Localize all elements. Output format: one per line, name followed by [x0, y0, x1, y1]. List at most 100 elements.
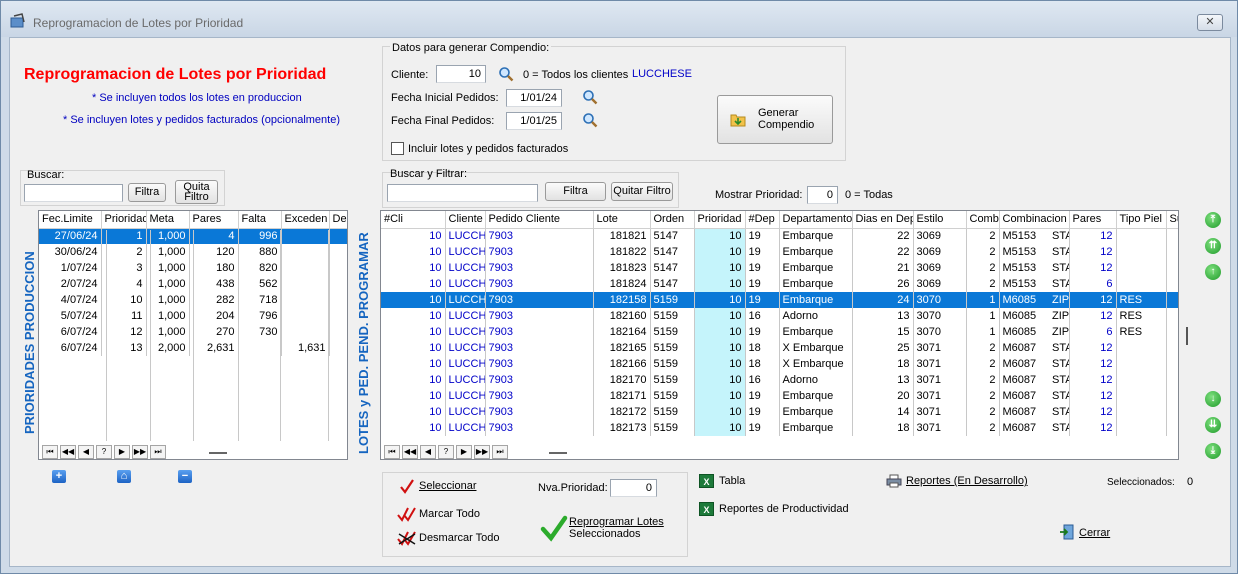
nav-button[interactable]: ⏮ [384, 445, 400, 459]
nva-prioridad-input[interactable]: 0 [610, 479, 657, 497]
vertical-scroll-thumb[interactable] [1186, 327, 1188, 345]
incluir-facturados-checkbox[interactable] [391, 142, 404, 155]
move-down-icon[interactable]: ↓ [1205, 391, 1221, 407]
fecha-inicial-search-icon[interactable] [582, 89, 598, 105]
lotes-navigator: ⏮ ◀◀ ◀? ▶ ▶▶ ⏭ [384, 445, 508, 459]
lote-row[interactable]: 10LUCCHE790318216051591016Adorno1330701M… [381, 308, 1178, 324]
cliente-search-icon[interactable] [498, 66, 514, 82]
lotes-column-header[interactable]: Departamento [779, 211, 853, 229]
nav-button[interactable]: ▶▶ [474, 445, 490, 459]
prioridades-grid[interactable]: Fec.Limite Prioridad Meta Pares Falta Exceden… [38, 210, 348, 460]
lotes-column-header[interactable]: Combinacion [999, 211, 1070, 229]
marcar-todo-button[interactable]: Marcar Todo [419, 508, 480, 520]
mostrar-prioridad-input[interactable]: 0 [807, 186, 838, 204]
lote-row[interactable]: 10LUCCHE790318182151471019Embarque223069… [381, 228, 1178, 244]
right-search-input[interactable] [387, 184, 538, 202]
left-quita-filtro-button[interactable]: Quita Filtro [175, 180, 218, 204]
lote-row[interactable]: 10LUCCHE790318217151591019Embarque203071… [381, 388, 1178, 404]
lotes-column-header[interactable]: Lote [593, 211, 651, 229]
lotes-column-header[interactable]: Pares [1069, 211, 1117, 229]
lote-row[interactable]: 10LUCCHE790318182251471019Embarque223069… [381, 244, 1178, 260]
lotes-column-header[interactable]: Dias en Dep [852, 211, 914, 229]
reprogramar-button[interactable]: Reprogramar Lotes Seleccionados [569, 516, 664, 540]
prioridades-column-header[interactable]: Exceden [281, 211, 330, 229]
left-filtra-button[interactable]: Filtra [128, 183, 166, 202]
lotes-column-header[interactable]: #Dep [745, 211, 780, 229]
note-lotes-facturados: * Se incluyen lotes y pedidos facturados… [63, 114, 340, 126]
move-page-up-icon[interactable]: ⇈ [1205, 238, 1221, 254]
fecha-final-input[interactable]: 1/01/25 [506, 112, 562, 130]
lote-row[interactable]: 10LUCCHE790318216651591018X Embarque1830… [381, 356, 1178, 372]
prioridad-cell: 11 [101, 308, 147, 324]
cliente-input[interactable]: 10 [436, 65, 486, 83]
seleccionar-button[interactable]: Seleccionar [419, 480, 476, 492]
move-page-down-icon[interactable]: ⇊ [1205, 417, 1221, 433]
lotes-column-header[interactable]: Cliente [445, 211, 486, 229]
nav-button[interactable]: ⏮ [42, 445, 58, 459]
lote-cell: 182160 [593, 308, 651, 324]
add-icon[interactable]: + [52, 470, 66, 483]
prioridades-column-header[interactable]: De [329, 211, 347, 229]
generar-compendio-button[interactable]: Generar Compendio [717, 95, 833, 144]
reprogramar-label-1: Reprogramar Lotes [569, 516, 664, 528]
nav-button[interactable]: ▶▶ [132, 445, 148, 459]
desmarcar-todo-button[interactable]: Desmarcar Todo [419, 532, 500, 544]
prioridades-column-header[interactable]: Falta [238, 211, 282, 229]
nav-button[interactable]: ? [96, 445, 112, 459]
nav-button[interactable]: ◀ [420, 445, 436, 459]
lotes-column-header[interactable]: Tipo Piel [1116, 211, 1167, 229]
lote-row[interactable]: 10LUCCHE790318182351471019Embarque213069… [381, 260, 1178, 276]
reportes-productividad-button[interactable]: Reportes de Productividad [719, 503, 849, 515]
remove-icon[interactable]: − [178, 470, 192, 483]
move-up-icon[interactable]: ↑ [1205, 264, 1221, 280]
reportes-desarrollo-button[interactable]: Reportes (En Desarrollo) [906, 475, 1028, 487]
prioridades-column-header[interactable]: Fec.Limite [39, 211, 102, 229]
right-quitar-filtro-button[interactable]: Quitar Filtro [611, 182, 673, 201]
lotes-column-header[interactable]: Pedido Cliente [485, 211, 594, 229]
tabla-button[interactable]: Tabla [719, 475, 745, 487]
nav-button[interactable]: ◀◀ [402, 445, 418, 459]
lote-row[interactable]: 10LUCCHE790318217351591019Embarque183071… [381, 420, 1178, 436]
lote-cell: 12 [1069, 404, 1117, 420]
nav-button[interactable]: ⏭ [492, 445, 508, 459]
lotes-grid[interactable]: #Cli Cliente Pedido Cliente Lote Orden Priori… [380, 210, 1179, 460]
window-close-button[interactable]: ✕ [1197, 14, 1223, 31]
lote-cell: 5159 [650, 404, 695, 420]
lote-cell: LUCCHE [445, 228, 486, 244]
cerrar-button[interactable]: Cerrar [1079, 527, 1110, 539]
fecha-inicial-input[interactable]: 1/01/24 [506, 89, 562, 107]
lote-row[interactable]: 10LUCCHE790318216551591018X Embarque2530… [381, 340, 1178, 356]
lotes-column-header[interactable]: Orden [650, 211, 695, 229]
lotes-column-header[interactable]: Estilo [913, 211, 967, 229]
move-top-icon[interactable]: ⤒ [1205, 212, 1221, 228]
nav-button[interactable]: ⏭ [150, 445, 166, 459]
lote-row[interactable]: 10LUCCHE790318217051591016Adorno1330712M… [381, 372, 1178, 388]
incluir-facturados-label: Incluir lotes y pedidos facturados [408, 143, 569, 155]
lote-cell: 19 [745, 420, 780, 436]
lote-row[interactable]: 10LUCCHE790318215851591019Embarque243070… [381, 292, 1178, 308]
lotes-column-header[interactable]: #Cli [381, 211, 446, 229]
nav-button[interactable]: ▶ [114, 445, 130, 459]
lotes-column-header[interactable]: Prioridad [694, 211, 746, 229]
edit-up-icon[interactable]: ⌂ [117, 470, 131, 483]
nav-button[interactable]: ▶ [456, 445, 472, 459]
nav-button[interactable]: ◀◀ [60, 445, 76, 459]
lote-cell: 10 [694, 308, 746, 324]
lote-cell: 7903 [485, 308, 594, 324]
lote-row[interactable]: 10LUCCHE790318217251591019Embarque143071… [381, 404, 1178, 420]
fecha-final-search-icon[interactable] [582, 112, 598, 128]
lotes-column-header[interactable]: Comb [966, 211, 1000, 229]
lote-cell: M6085 [1002, 310, 1037, 322]
nav-button[interactable]: ? [438, 445, 454, 459]
lote-row[interactable]: 10LUCCHE790318216451591019Embarque153070… [381, 324, 1178, 340]
left-search-input[interactable] [24, 184, 123, 202]
prioridades-column-header[interactable]: Prioridad [101, 211, 147, 229]
lotes-column-header[interactable]: Su [1166, 211, 1178, 229]
move-bottom-icon[interactable]: ⤓ [1205, 443, 1221, 459]
prioridades-column-header[interactable]: Meta [146, 211, 190, 229]
nav-button[interactable]: ◀ [78, 445, 94, 459]
prioridad-cell: 1,000 [146, 324, 190, 340]
prioridades-column-header[interactable]: Pares [189, 211, 239, 229]
lote-row[interactable]: 10LUCCHE790318182451471019Embarque263069… [381, 276, 1178, 292]
right-filtra-button[interactable]: Filtra [545, 182, 606, 201]
